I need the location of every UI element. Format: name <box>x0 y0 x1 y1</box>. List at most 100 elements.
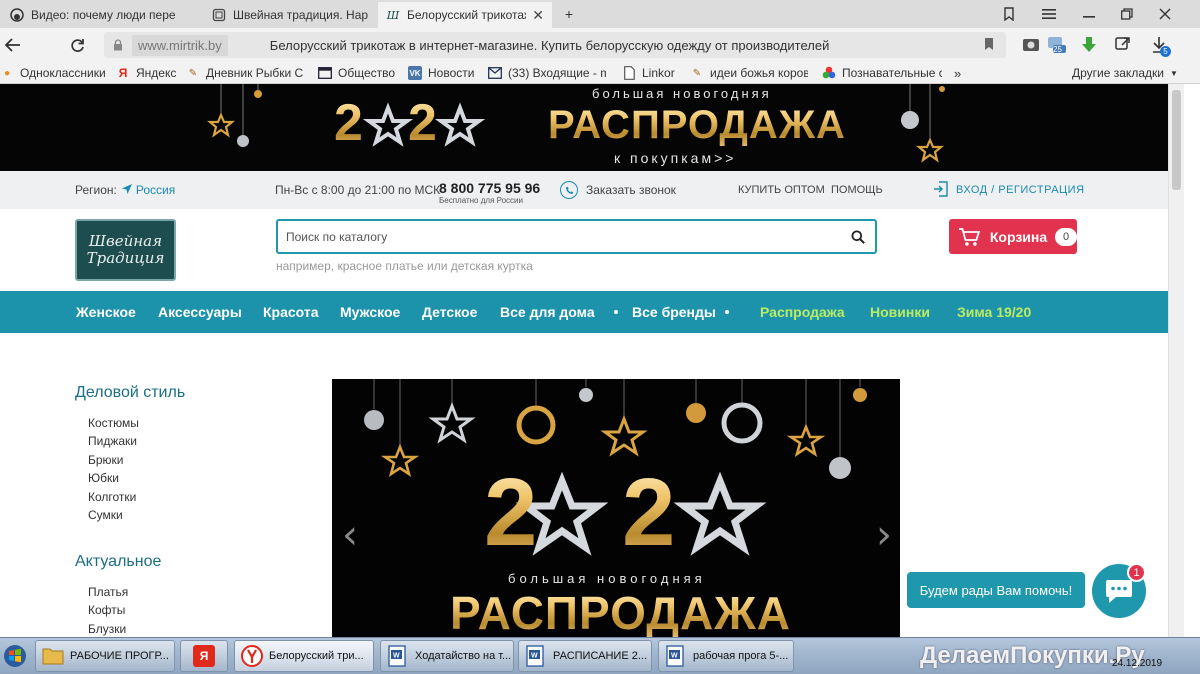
help-link[interactable]: ПОМОЩЬ <box>831 171 883 209</box>
nav-men[interactable]: Мужское <box>340 291 400 333</box>
site-favicon: Ш <box>386 8 400 22</box>
cart-label: Корзина <box>989 228 1048 245</box>
taskbar-item-word-1[interactable]: W Ходатайство на т... <box>380 640 514 672</box>
other-bookmarks-button[interactable]: Другие закладки ▼ <box>1072 65 1178 81</box>
tab-mirtrik[interactable]: Ш Белорусский трикотаж в ✕ <box>378 2 552 28</box>
search-input[interactable] <box>286 228 836 246</box>
taskbar-item-word-2[interactable]: W РАСПИСАНИЕ 2... <box>518 640 652 672</box>
region-value: Россия <box>135 183 176 197</box>
new-tab-button[interactable]: + <box>554 2 584 26</box>
bookmarks-more-button[interactable]: » <box>954 65 961 81</box>
nav-sale[interactable]: Распродажа <box>760 291 845 333</box>
sidebar-link[interactable]: Пиджаки <box>88 434 137 448</box>
bookmark-odnoklassniki[interactable]: ● Одноклассники <box>0 65 106 81</box>
downloads-icon[interactable]: 5 <box>1148 35 1171 57</box>
sidebar-link[interactable]: Брюки <box>88 453 124 467</box>
chat-help-bubble[interactable]: Будем рады Вам помочь! <box>907 572 1085 608</box>
tab-video[interactable]: Видео: почему люди пере <box>2 2 202 28</box>
sidebar-link[interactable]: Юбки <box>88 471 119 485</box>
nav-home[interactable]: Все для дома <box>500 291 595 333</box>
share-icon[interactable] <box>1112 35 1134 55</box>
nav-kids[interactable]: Детское <box>422 291 477 333</box>
region-selector[interactable]: Регион: Россия <box>75 171 175 209</box>
login-label: ВХОД / РЕГИСТРАЦИЯ <box>956 184 1085 196</box>
nav-beauty[interactable]: Красота <box>263 291 319 333</box>
taskbar-item-yandex[interactable]: Я <box>180 640 228 672</box>
scrollbar-thumb[interactable] <box>1172 90 1181 190</box>
extension-counter: 25 <box>1053 45 1062 54</box>
page-icon <box>212 8 226 22</box>
info-bar: Регион: Россия Пн-Вс с 8:00 до 21:00 по … <box>0 171 1168 209</box>
phone-number[interactable]: 8 800 775 95 96 <box>439 180 540 196</box>
svg-text:W: W <box>531 653 538 660</box>
close-window-icon[interactable] <box>1150 2 1180 26</box>
address-field[interactable]: www.mirtrik.by Белорусский трикотаж в ин… <box>104 32 1006 58</box>
colorful-icon <box>822 66 836 80</box>
extension-counter-icon[interactable]: 25 <box>1046 35 1068 55</box>
diary-icon: ✎ <box>692 67 702 79</box>
taskbar-date[interactable]: 24.12.2019 <box>1112 658 1162 669</box>
sidebar-link[interactable]: Блузки <box>88 622 126 636</box>
minimize-icon[interactable] <box>1074 2 1104 26</box>
search-box <box>276 219 877 254</box>
nav-women[interactable]: Женское <box>76 291 136 333</box>
back-button[interactable] <box>0 33 26 57</box>
main-navigation: Женское Аксессуары Красота Мужское Детск… <box>0 291 1168 333</box>
promo-slider[interactable]: 2 2 большая новогодняя РАСПРОДАЖА ‹ › <box>332 379 900 637</box>
sidebar-heading-business[interactable]: Деловой стиль <box>75 384 185 402</box>
tab-shveynaya[interactable]: Швейная традиция. Наряд <box>204 2 376 28</box>
bookmark-mail[interactable]: (33) Входящие - m <box>488 65 606 81</box>
bookmark-label: Яндекс <box>136 66 177 80</box>
slider-prev-arrow[interactable]: ‹ <box>342 515 358 555</box>
bookmark-ideas[interactable]: ✎ идеи божья коров <box>690 65 808 81</box>
sidebar-link[interactable]: Сумки <box>88 508 123 522</box>
bookmark-yandex[interactable]: Я Яндекс <box>116 65 177 81</box>
tab-title: Швейная традиция. Наряд <box>233 8 368 22</box>
bookmarks-bar: ● Одноклассники Я Яндекс ✎ Дневник Рыбки… <box>0 62 1200 84</box>
bookmark-educational[interactable]: Познавательные с <box>822 65 942 81</box>
folder-icon <box>42 645 64 667</box>
sidebar-link[interactable]: Колготки <box>88 490 136 504</box>
nav-new[interactable]: Новинки <box>870 291 930 333</box>
browser-tab-bar: Видео: почему люди пере Швейная традиция… <box>0 0 1200 28</box>
download-extension-icon[interactable] <box>1078 35 1100 55</box>
logo-text: Традиция <box>86 249 165 267</box>
site-logo[interactable]: Швейная Традиция <box>75 219 176 281</box>
bookmark-linkor[interactable]: Linkor <box>622 65 675 81</box>
promo-banner[interactable]: 2 2 большая новогодняя РАСПРОДАЖА к поку… <box>0 84 1168 171</box>
taskbar-item-browser[interactable]: Белорусский три... <box>234 640 374 672</box>
taskbar-item-word-3[interactable]: W рабочая прога 5-... <box>658 640 794 672</box>
sidebar-link[interactable]: Платья <box>88 585 128 599</box>
close-tab-icon[interactable]: ✕ <box>532 7 544 24</box>
bookmark-diary[interactable]: ✎ Дневник Рыбки С <box>186 65 304 81</box>
bookmark-manager-icon[interactable] <box>994 2 1024 26</box>
banner-cta-link[interactable]: к покупкам>> <box>614 150 736 166</box>
page-scrollbar[interactable] <box>1168 84 1184 637</box>
yandex-home-button[interactable] <box>30 33 56 57</box>
restore-icon[interactable] <box>1112 2 1142 26</box>
callback-button[interactable]: Заказать звонок <box>560 171 676 209</box>
sidebar-link[interactable]: Костюмы <box>88 416 139 430</box>
nav-winter[interactable]: Зима 19/20 <box>957 291 1031 333</box>
bookmark-news[interactable]: VK Новости <box>408 65 474 81</box>
sidebar-heading-actual[interactable]: Актуальное <box>75 553 161 571</box>
nav-brands[interactable]: Все бренды <box>632 291 716 333</box>
taskbar-item-folder[interactable]: РАБОЧИЕ ПРОГР... <box>35 640 175 672</box>
cart-button[interactable]: Корзина 0 <box>949 219 1077 254</box>
login-link[interactable]: ВХОД / РЕГИСТРАЦИЯ <box>934 171 1085 209</box>
taskbar-item-label: Ходатайство на т... <box>415 650 512 662</box>
extension-screenshot-icon[interactable] <box>1020 35 1042 55</box>
reload-button[interactable] <box>64 33 90 57</box>
sidebar-link[interactable]: Кофты <box>88 603 125 617</box>
windows-taskbar: РАБОЧИЕ ПРОГР... Я Белорусский три... W … <box>0 637 1200 674</box>
slider-year-digit: 2 <box>484 459 538 566</box>
menu-icon[interactable] <box>1034 2 1064 26</box>
wholesale-link[interactable]: КУПИТЬ ОПТОМ <box>738 171 825 209</box>
bookmark-icon[interactable] <box>984 38 994 53</box>
search-icon[interactable] <box>851 230 865 244</box>
bookmark-society[interactable]: Общество <box>318 65 395 81</box>
doc-icon <box>622 66 636 80</box>
start-button[interactable] <box>0 639 30 673</box>
nav-accessories[interactable]: Аксессуары <box>158 291 242 333</box>
slider-next-arrow[interactable]: › <box>876 515 892 555</box>
